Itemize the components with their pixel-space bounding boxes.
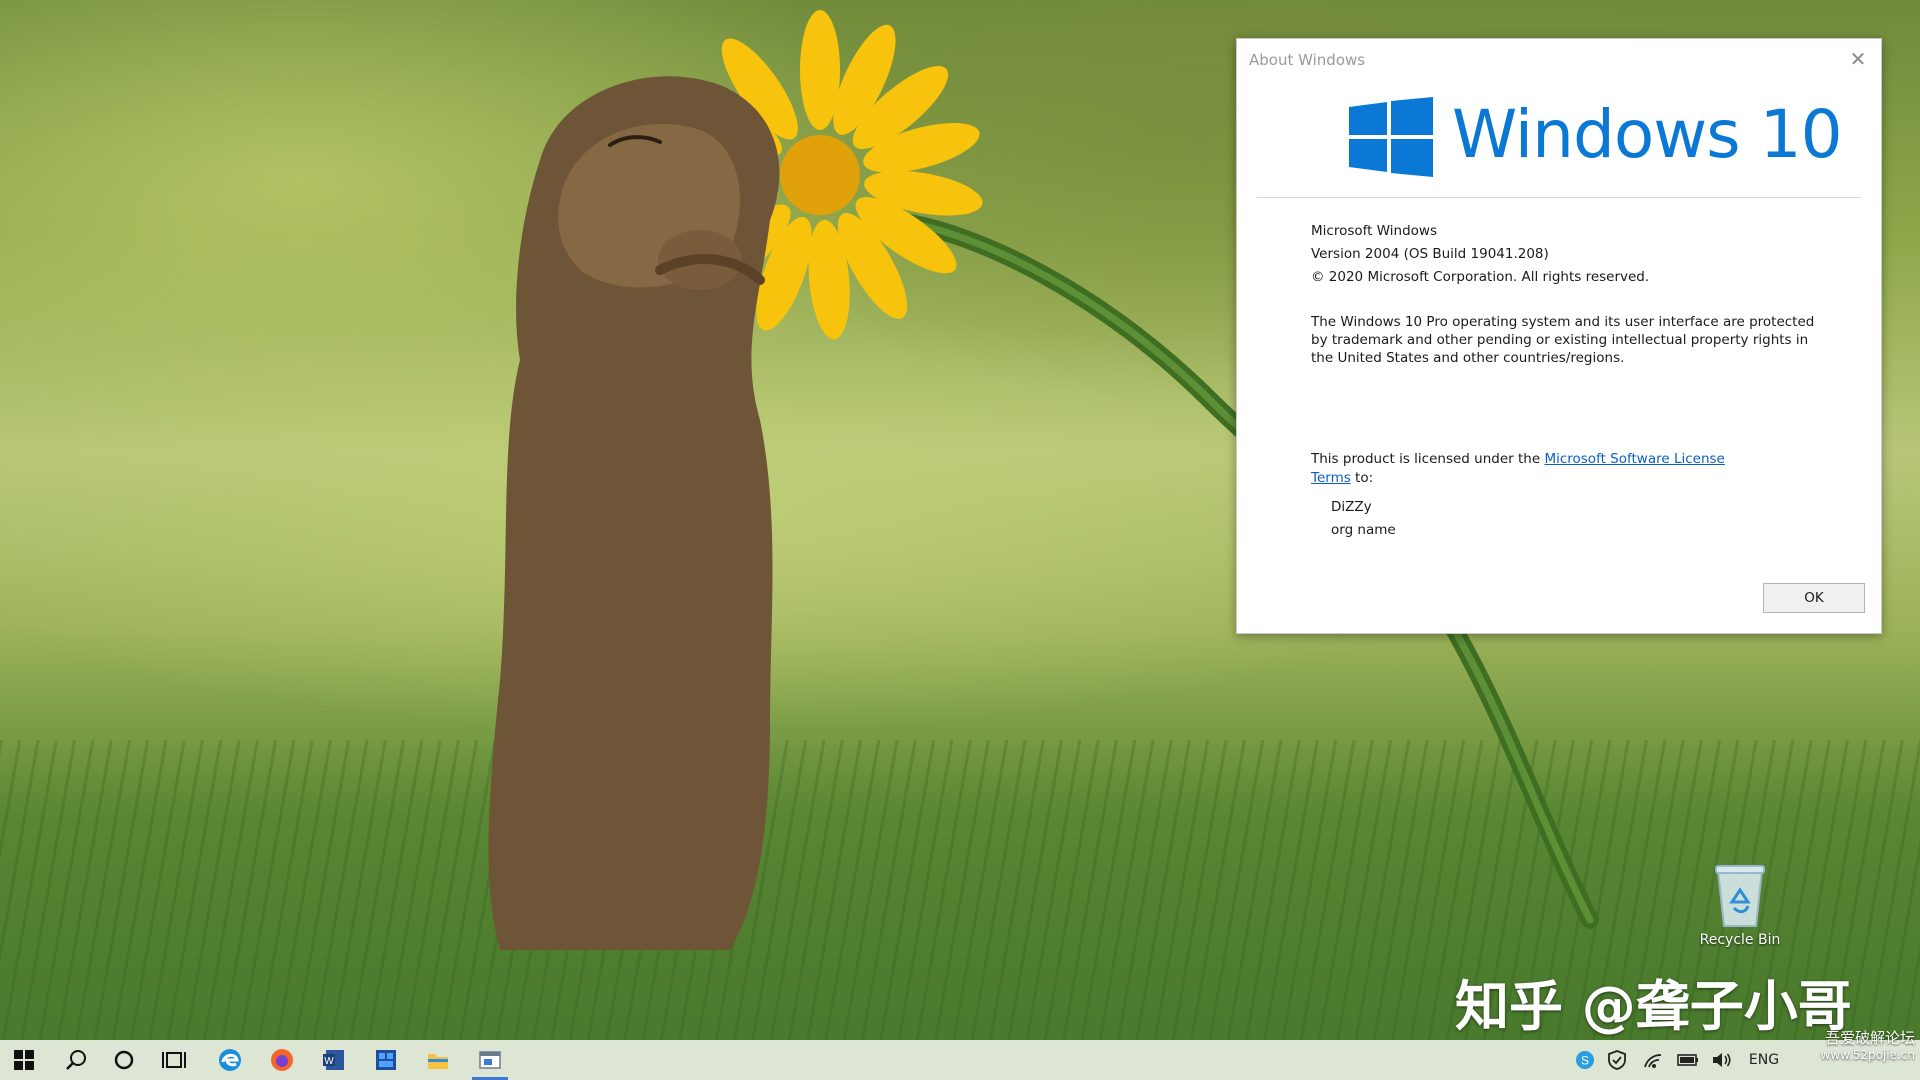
recycle-bin-label: Recycle Bin	[1699, 932, 1781, 948]
product-name: Microsoft Windows	[1311, 223, 1437, 239]
firefox-icon	[271, 1049, 293, 1071]
edge-browser-icon	[219, 1049, 241, 1071]
windows-logo-icon	[1349, 97, 1433, 177]
taskbar-word[interactable]: W	[310, 1040, 358, 1080]
skype-icon: S	[1576, 1051, 1594, 1069]
copyright-text: © 2020 Microsoft Corporation. All rights…	[1311, 269, 1650, 285]
license-prefix: This product is licensed under the	[1311, 451, 1545, 467]
close-icon: ✕	[1849, 47, 1867, 71]
app-window-icon	[376, 1050, 396, 1070]
licensed-user: DiZZy	[1331, 499, 1372, 515]
zhihu-watermark: 知乎 @聋子小哥	[1455, 975, 1852, 1038]
taskbar-firefox[interactable]	[258, 1040, 306, 1080]
taskbar: W S ENG	[0, 1040, 1920, 1080]
taskbar-about-windows[interactable]	[466, 1040, 514, 1080]
svg-text:S: S	[1581, 1054, 1589, 1068]
legal-notice: The Windows 10 Pro operating system and …	[1311, 314, 1815, 366]
shield-icon	[1608, 1050, 1626, 1070]
windows-10-logo-text: Windows 10	[1452, 96, 1843, 173]
tray-volume[interactable]	[1710, 1040, 1734, 1080]
version-text: Version 2004 (OS Build 19041.208)	[1311, 246, 1549, 262]
ok-button[interactable]: OK	[1763, 583, 1865, 613]
about-windows-dialog: About Windows ✕ Windows 10 Microsoft Win…	[1236, 38, 1882, 634]
dialog-title: About Windows	[1249, 51, 1366, 69]
svg-text:W: W	[324, 1056, 334, 1067]
close-button[interactable]: ✕	[1835, 39, 1881, 79]
task-view-icon	[162, 1052, 186, 1068]
search-button[interactable]	[52, 1040, 100, 1080]
licensed-organization: org name	[1331, 522, 1396, 538]
tray-language[interactable]: ENG	[1744, 1040, 1784, 1080]
file-explorer-icon	[428, 1054, 448, 1069]
start-button[interactable]	[0, 1040, 48, 1080]
windows-start-icon	[14, 1050, 34, 1070]
dialog-title-bar[interactable]: About Windows ✕	[1237, 39, 1881, 79]
battery-icon	[1677, 1054, 1698, 1066]
site-watermark-line2: www.52pojie.cn	[1820, 1048, 1915, 1062]
speaker-volume-icon	[1713, 1053, 1731, 1067]
taskbar-app[interactable]	[362, 1040, 410, 1080]
cortana-button[interactable]	[100, 1040, 148, 1080]
network-icon	[1644, 1054, 1662, 1068]
tray-skype[interactable]: S	[1574, 1040, 1596, 1080]
about-windows-app-icon	[479, 1051, 501, 1069]
word-icon: W	[323, 1050, 344, 1070]
taskbar-file-explorer[interactable]	[414, 1040, 462, 1080]
search-icon	[66, 1050, 86, 1070]
license-statement: This product is licensed under the Micro…	[1311, 450, 1741, 488]
site-watermark: 吾爱破解论坛 www.52pojie.cn	[1795, 1030, 1915, 1064]
recycle-bin-shortcut[interactable]: Recycle Bin	[1680, 860, 1800, 960]
windows-logo-banner: Windows 10	[1237, 91, 1881, 183]
tray-network[interactable]	[1642, 1040, 1664, 1080]
tray-battery[interactable]	[1676, 1040, 1700, 1080]
license-suffix: to:	[1350, 470, 1374, 486]
divider	[1257, 197, 1861, 198]
recycle-bin-icon	[1715, 865, 1765, 927]
cortana-circle-icon	[114, 1050, 134, 1070]
tray-security[interactable]	[1606, 1040, 1628, 1080]
site-watermark-line1: 吾爱破解论坛	[1824, 1029, 1915, 1047]
taskbar-edge[interactable]	[206, 1040, 254, 1080]
task-view-button[interactable]	[150, 1040, 198, 1080]
